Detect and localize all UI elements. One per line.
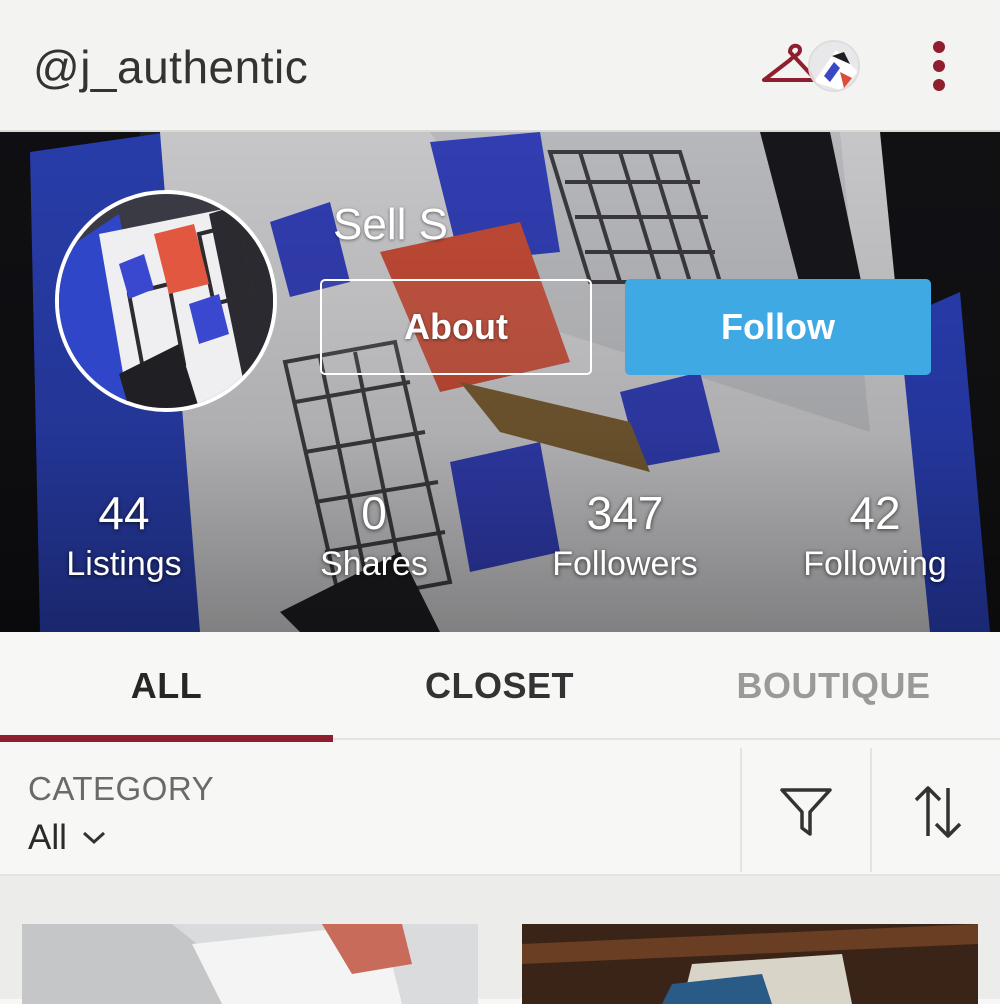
closet-tabs: ALL CLOSET BOUTIQUE [0,632,1000,742]
listing-card[interactable] [522,924,978,1004]
stat-value: 0 [361,487,387,539]
category-label: CATEGORY [28,770,215,807]
filter-bar: CATEGORY All [0,742,1000,876]
about-button[interactable]: About [320,279,592,375]
closet-avatar[interactable] [808,40,860,92]
category-dropdown[interactable]: All [28,818,107,858]
display-name: Sell S [333,200,448,249]
tab-boutique[interactable]: BOUTIQUE [667,632,1000,740]
stat-label: Shares [320,545,428,583]
stat-shares[interactable]: 0 Shares [264,487,484,589]
more-vert-icon[interactable] [924,38,954,98]
stat-listings[interactable]: 44 Listings [14,487,234,589]
listing-photo [522,924,978,1004]
stat-label: Followers [552,545,698,583]
tab-all[interactable]: ALL [0,632,333,742]
chevron-down-icon [82,831,105,845]
listing-photo [22,924,478,1004]
divider [740,748,742,872]
follow-button[interactable]: Follow [625,279,931,375]
filter-icon[interactable] [778,784,834,840]
stat-value: 347 [586,487,664,539]
stat-label: Listings [66,545,182,583]
app-bar: @j_authentic [0,0,1000,132]
profile-avatar[interactable] [55,190,277,412]
listing-card[interactable] [22,924,478,1004]
profile-username: @j_authentic [33,41,309,93]
divider [870,748,872,872]
sort-icon[interactable] [910,782,966,842]
stat-value: 42 [849,487,901,539]
cover-banner: Sell S About Follow 44 Listings 0 Shares… [0,132,1000,632]
tab-closet[interactable]: CLOSET [333,632,666,740]
stat-following[interactable]: 42 Following [765,487,985,589]
stat-followers[interactable]: 347 Followers [515,487,735,589]
category-value: All [28,818,67,857]
stat-value: 44 [98,487,150,539]
stat-label: Following [803,545,947,583]
